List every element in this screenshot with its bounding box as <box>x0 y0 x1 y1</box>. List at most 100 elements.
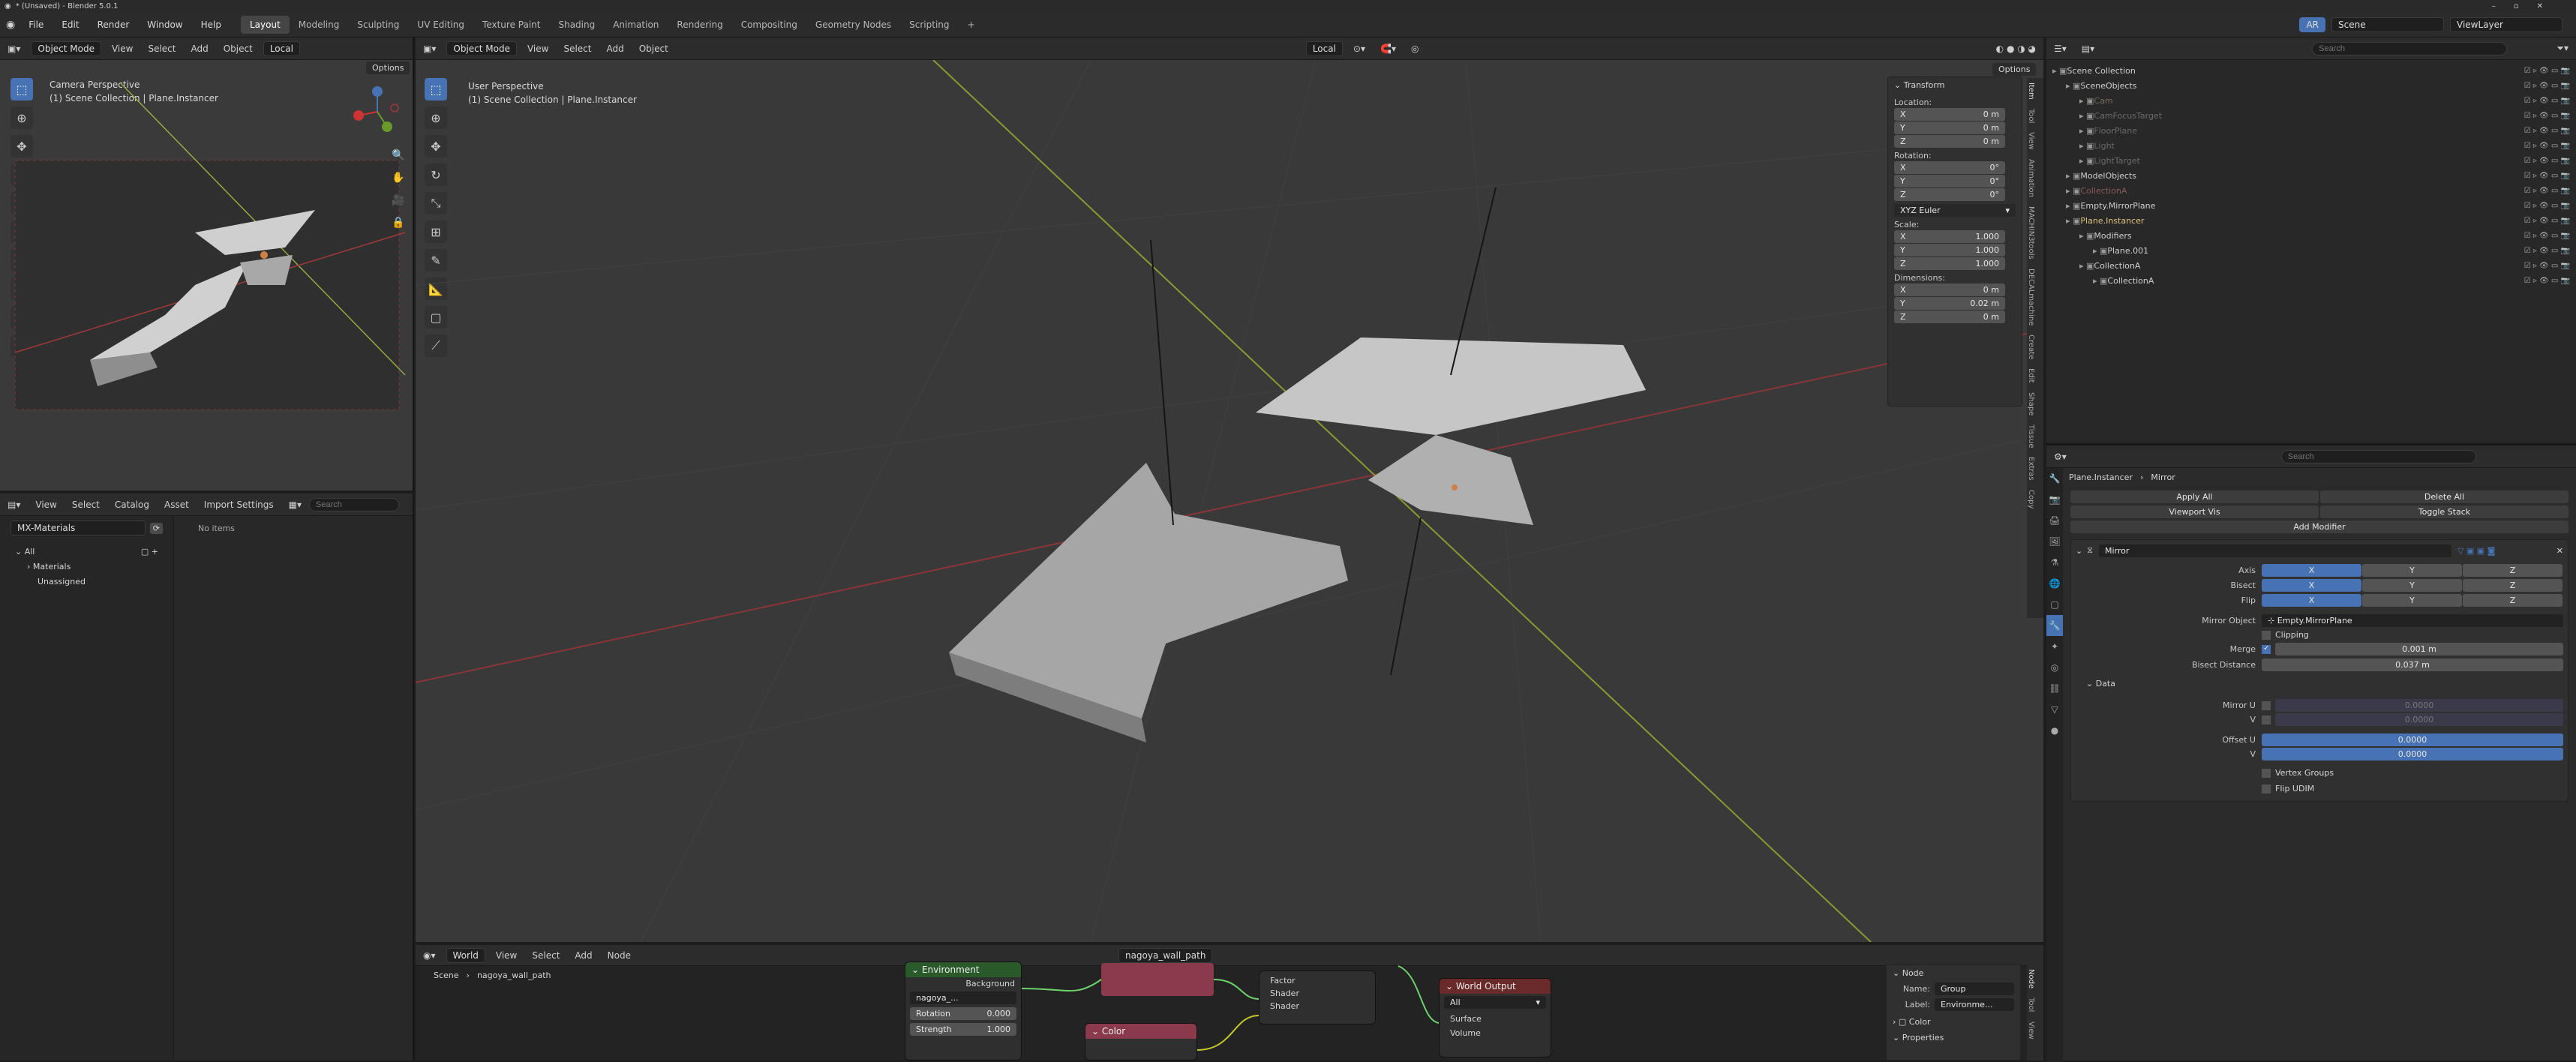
bisect-distance-field[interactable]: 0.037 m <box>2262 658 2563 671</box>
color-node[interactable]: ⌄ Color <box>1085 1023 1197 1060</box>
visibility-toggles[interactable]: ☑ ▹ 👁 ▭ 📷 <box>2524 172 2570 180</box>
tab-compositing[interactable]: Compositing <box>732 16 806 34</box>
outliner-item[interactable]: ▸ ▣ Cam ☑ ▹ 👁 ▭ 📷 <box>2052 93 2570 108</box>
visibility-toggles[interactable]: ☑ ▹ 👁 ▭ 📷 <box>2524 217 2570 225</box>
render-tab-icon[interactable]: 📷 <box>2046 489 2063 510</box>
scale-z-field[interactable]: Z 1.000 <box>1894 257 2005 270</box>
physics-tab-icon[interactable]: ◎ <box>2046 657 2063 678</box>
outliner-item[interactable]: ▸ ▣ Empty.MirrorPlane ☑ ▹ 👁 ▭ 📷 <box>2052 198 2570 213</box>
visibility-toggles[interactable]: ☑ ▹ 👁 ▭ 📷 <box>2524 277 2570 285</box>
visibility-toggles[interactable]: ☑ ▹ 👁 ▭ 📷 <box>2524 232 2570 240</box>
tab-uv-editing[interactable]: UV Editing <box>408 16 473 34</box>
breadcrumb-modifier[interactable]: Mirror <box>2151 472 2175 482</box>
proportional-icon[interactable]: ◎ <box>1404 44 1426 54</box>
shading-modes-icon[interactable]: ◐ ● ◑ ◕ <box>1989 44 2043 54</box>
flip-x-toggle[interactable]: X <box>2262 594 2361 607</box>
node-world-type-select[interactable]: World <box>446 947 485 963</box>
sidebar-tab-decalmachine[interactable]: DECALmachine <box>2027 264 2035 330</box>
object-tab-icon[interactable]: ▢ <box>2046 594 2063 615</box>
mix-shader-node[interactable]: Factor Shader Shader <box>1259 970 1376 1024</box>
outliner-search-input[interactable] <box>2312 41 2508 56</box>
main-editor-type-icon[interactable]: ▣▾ <box>416 44 443 54</box>
scale-y-field[interactable]: Y 1.000 <box>1894 244 2005 256</box>
zoom-icon[interactable]: 🔍 <box>392 144 404 166</box>
sidebar-tab-edit[interactable]: Edit <box>2027 364 2035 387</box>
snap-icon[interactable]: 🧲▾ <box>1373 44 1404 54</box>
sidebar-tab-item[interactable]: Item <box>2027 78 2035 104</box>
node-tab-node[interactable]: Node <box>2027 964 2035 993</box>
scale-x-field[interactable]: X 1.000 <box>1894 230 2005 243</box>
breadcrumb-object[interactable]: Plane.Instancer <box>2069 472 2133 482</box>
mirror-v-field[interactable]: 0.0000 <box>2275 713 2563 726</box>
outliner-item[interactable]: ▸ ▣ Scene Collection ☑ ▹ 👁 ▭ 📷 <box>2052 63 2570 78</box>
sidebar-tab-shape[interactable]: Shape <box>2027 388 2035 420</box>
node-color-toggle[interactable]: › ▢ Color <box>1893 1017 2014 1027</box>
node-editor[interactable]: ◉▾ World View Select Add Node nagoya_wal… <box>416 945 2043 1060</box>
lock-icon[interactable]: 🔒 <box>392 212 404 234</box>
constraints-tab-icon[interactable]: ⛓ <box>2046 678 2063 699</box>
add-modifier-button[interactable]: Add Modifier <box>2070 520 2568 533</box>
visibility-toggles[interactable]: ☑ ▹ 👁 ▭ 📷 <box>2524 202 2570 210</box>
pan-hand-icon[interactable]: ✋ <box>392 166 404 189</box>
world-tab-icon[interactable]: 🌐 <box>2046 573 2063 594</box>
outliner-item[interactable]: ▸ ▣ Plane.001 ☑ ▹ 👁 ▭ 📷 <box>2052 243 2570 258</box>
import-settings-dropdown[interactable]: Import Settings <box>197 500 281 510</box>
node-properties-section[interactable]: ⌄ Properties <box>1893 1033 2014 1042</box>
pivot-icon[interactable]: ⊙▾ <box>1346 44 1373 54</box>
main-menu-view[interactable]: View <box>520 44 556 54</box>
window-controls[interactable]: –▫✕ <box>2492 2 2561 10</box>
catalog-all[interactable]: ⌄ All ▢ + <box>15 544 158 560</box>
modifier-tab-icon[interactable]: 🔧 <box>2046 615 2063 636</box>
modifier-visibility-icons[interactable]: ▽ ▣ ▣ ◙ <box>2457 546 2495 556</box>
node-editor-type-icon[interactable]: ◉▾ <box>416 950 443 961</box>
catalog-materials[interactable]: › Materials <box>15 560 158 574</box>
modifier-name-field[interactable]: Mirror <box>2098 544 2451 557</box>
environment-node-header[interactable]: ⌄ Environment <box>905 962 1021 977</box>
menu-help[interactable]: Help <box>192 20 230 30</box>
visibility-toggles[interactable]: ☑ ▹ 👁 ▭ 📷 <box>2524 82 2570 90</box>
material-tab-icon[interactable]: ● <box>2046 720 2063 741</box>
main-menu-add[interactable]: Add <box>599 44 631 54</box>
group-node[interactable] <box>1101 963 1214 996</box>
node-tab-tool[interactable]: Tool <box>2027 993 2035 1016</box>
data-subpanel-toggle[interactable]: ⌄ Data <box>2086 679 2563 688</box>
tab-animation[interactable]: Animation <box>604 16 668 34</box>
outliner-item[interactable]: ▸ ▣ CollectionA ☑ ▹ 👁 ▭ 📷 <box>2052 273 2570 288</box>
visibility-toggles[interactable]: ☑ ▹ 👁 ▭ 📷 <box>2524 262 2570 270</box>
transform-title[interactable]: ⌄ Transform <box>1894 80 2016 90</box>
refresh-icon[interactable]: ⟳ <box>149 522 163 534</box>
offset-v-field[interactable]: 0.0000 <box>2262 748 2563 760</box>
visibility-toggles[interactable]: ☑ ▹ 👁 ▭ 📷 <box>2524 187 2570 195</box>
tab-layout[interactable]: Layout <box>240 15 290 34</box>
environment-node[interactable]: ⌄ Environment Background nagoya_... Rota… <box>905 962 1022 1060</box>
node-menu-node[interactable]: Node <box>600 950 638 961</box>
node-name-field[interactable]: Group <box>1935 982 2014 995</box>
camera-nav-gizmo[interactable] <box>351 86 404 138</box>
tab-geometry-nodes[interactable]: Geometry Nodes <box>806 16 900 34</box>
asset-editor-type-icon[interactable]: ▤▾ <box>0 500 28 510</box>
bisect-z-toggle[interactable]: Z <box>2463 579 2562 592</box>
output-target-select[interactable]: All ▾ <box>1444 996 1546 1009</box>
location-x-field[interactable]: X0 m <box>1894 108 2005 121</box>
axis-x-toggle[interactable]: X <box>2262 564 2361 577</box>
outliner-item[interactable]: ▸ ▣ CollectionA ☑ ▹ 👁 ▭ 📷 <box>2052 183 2570 198</box>
add-workspace-button[interactable]: + <box>959 16 984 34</box>
outliner-item[interactable]: ▸ ▣ Plane.Instancer ☑ ▹ 👁 ▭ 📷 <box>2052 213 2570 228</box>
menu-edit[interactable]: Edit <box>53 20 88 30</box>
modifier-close-icon[interactable]: ✕ <box>2556 546 2563 556</box>
display-mode-icon[interactable]: ▦▾ <box>281 500 309 510</box>
env-strength-field[interactable]: Strength 1.000 <box>910 1023 1016 1036</box>
menu-window[interactable]: Window <box>138 20 191 30</box>
dimensions-y-field[interactable]: Y 0.02 m <box>1894 297 2005 310</box>
outliner-item[interactable]: ▸ ▣ CamFocusTarget ☑ ▹ 👁 ▭ 📷 <box>2052 108 2570 123</box>
sidebar-tab-create[interactable]: Create <box>2027 330 2035 364</box>
outliner-editor-type-icon[interactable]: ☰▾ <box>2046 44 2074 54</box>
visibility-toggles[interactable]: ☑ ▹ 👁 ▭ 📷 <box>2524 112 2570 120</box>
outliner-item[interactable]: ▸ ▣ CollectionA ☑ ▹ 👁 ▭ 📷 <box>2052 258 2570 273</box>
sidebar-tab-tool[interactable]: Tool <box>2027 104 2035 128</box>
outliner-item[interactable]: ▸ ▣ ModelObjects ☑ ▹ 👁 ▭ 📷 <box>2052 168 2570 183</box>
node-tab-view[interactable]: View <box>2027 1017 2035 1044</box>
output-tab-icon[interactable]: 🖨 <box>2046 510 2063 531</box>
merge-distance-field[interactable]: 0.001 m <box>2275 643 2563 656</box>
visibility-toggles[interactable]: ☑ ▹ 👁 ▭ 📷 <box>2524 247 2570 255</box>
